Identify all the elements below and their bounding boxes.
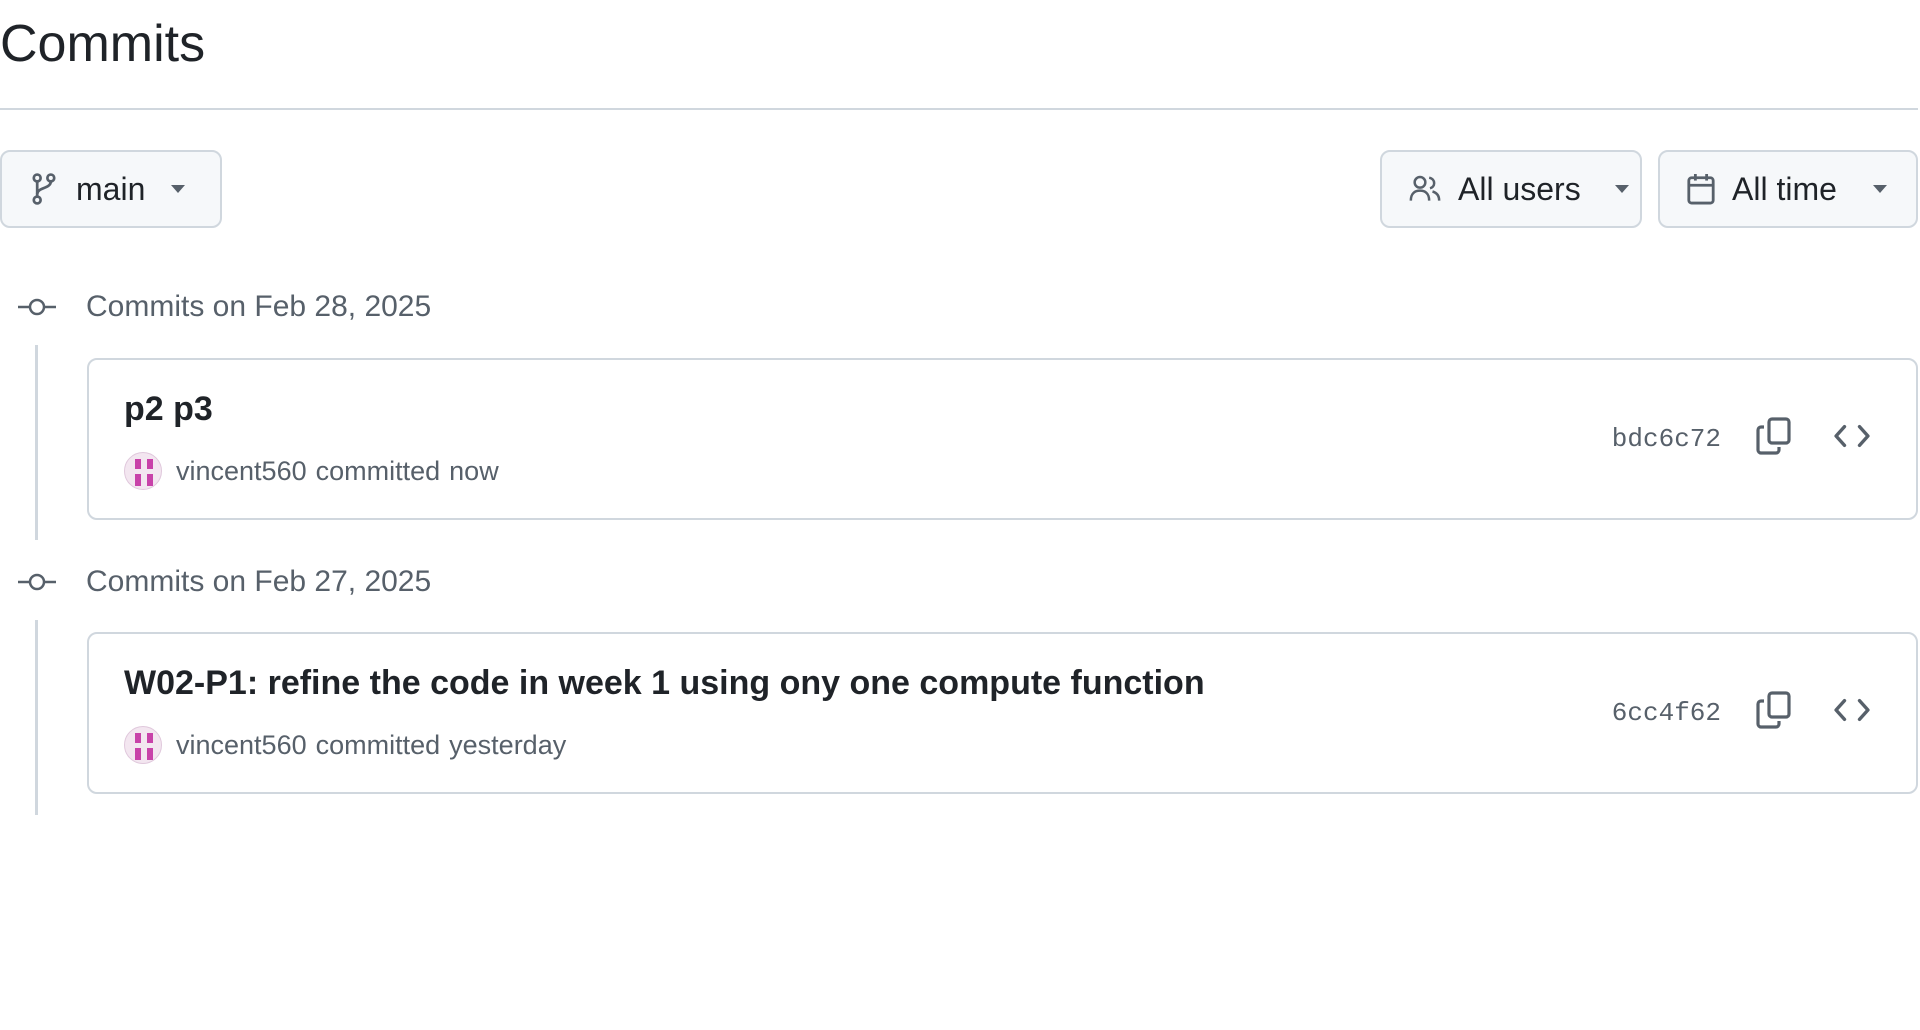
- code-icon: [1833, 695, 1871, 730]
- branch-selector-button[interactable]: main: [0, 150, 222, 228]
- commit-group-header: Commits on Feb 28, 2025: [18, 290, 431, 324]
- chevron-down-icon: [1872, 185, 1887, 193]
- git-commit-icon: [18, 295, 56, 319]
- users-filter-button[interactable]: All users: [1380, 150, 1642, 228]
- commit-author-link[interactable]: vincent560: [176, 730, 307, 761]
- commit-row: p2 p3 vincent560 committed now bdc6c72: [87, 358, 1918, 520]
- timeline-line: [35, 620, 38, 815]
- commit-verb: committed: [315, 455, 441, 486]
- commit-time: now: [449, 455, 499, 486]
- commit-verb: committed: [315, 729, 441, 760]
- git-branch-icon: [30, 172, 58, 206]
- commit-meta: vincent560 committed yesterday: [124, 726, 566, 764]
- commit-author-link[interactable]: vincent560: [176, 456, 307, 487]
- page-title: Commits: [0, 15, 206, 73]
- calendar-icon: [1686, 172, 1716, 206]
- commit-row: W02-P1: refine the code in week 1 using …: [87, 632, 1918, 794]
- commit-group-date: Commits on Feb 28, 2025: [86, 290, 432, 323]
- users-filter-label: All users: [1458, 170, 1581, 207]
- copy-icon: [1756, 416, 1792, 460]
- commit-sha-link[interactable]: 6cc4f62: [1612, 698, 1721, 728]
- chevron-down-icon: [1614, 185, 1629, 193]
- avatar[interactable]: [124, 726, 162, 764]
- time-filter-label: All time: [1732, 170, 1837, 207]
- commit-group-date: Commits on Feb 27, 2025: [86, 565, 432, 598]
- commit-group-header: Commits on Feb 27, 2025: [18, 565, 431, 599]
- browse-repository-button[interactable]: [1830, 690, 1874, 734]
- avatar[interactable]: [124, 452, 162, 490]
- copy-icon: [1756, 690, 1792, 734]
- git-commit-icon: [18, 570, 56, 594]
- copy-sha-button[interactable]: [1752, 416, 1796, 460]
- timeline-line: [35, 345, 38, 540]
- title-divider: [0, 108, 1918, 110]
- commit-message-link[interactable]: W02-P1: refine the code in week 1 using …: [124, 664, 1205, 703]
- branch-label: main: [76, 170, 146, 207]
- chevron-down-icon: [171, 185, 186, 193]
- people-icon: [1408, 174, 1442, 204]
- time-filter-button[interactable]: All time: [1658, 150, 1918, 228]
- commit-sha-link[interactable]: bdc6c72: [1612, 424, 1721, 454]
- commit-time: yesterday: [449, 729, 567, 760]
- browse-repository-button[interactable]: [1830, 416, 1874, 460]
- copy-sha-button[interactable]: [1752, 690, 1796, 734]
- commit-meta: vincent560 committed now: [124, 452, 499, 490]
- commit-message-link[interactable]: p2 p3: [124, 390, 213, 429]
- code-icon: [1833, 421, 1871, 456]
